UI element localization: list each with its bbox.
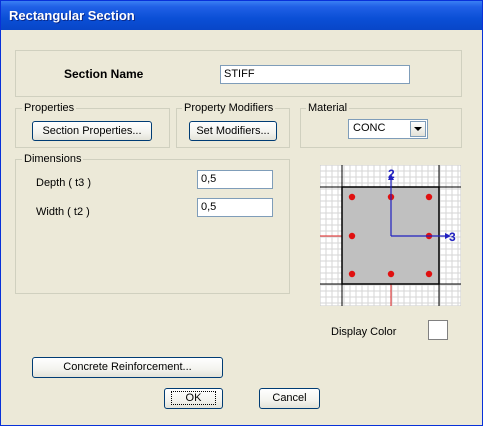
width-input[interactable]: 0,5 <box>197 198 273 217</box>
rebar-dot <box>425 270 433 278</box>
rebar-dot <box>387 270 395 278</box>
ok-button-label: OK <box>170 391 217 405</box>
dropdown-button[interactable] <box>410 121 426 137</box>
rebar-dot <box>348 232 356 240</box>
section-properties-button[interactable]: Section Properties... <box>32 121 152 141</box>
concrete-reinforcement-button[interactable]: Concrete Reinforcement... <box>32 357 223 378</box>
ok-button[interactable]: OK <box>164 388 223 409</box>
material-group-label: Material <box>306 102 350 114</box>
chevron-down-icon <box>414 127 422 131</box>
material-selected-value: CONC <box>353 122 386 134</box>
display-color-label: Display Color <box>331 326 397 338</box>
rebar-dot <box>348 270 356 278</box>
dimensions-group-label: Dimensions <box>22 153 84 165</box>
section-name-group: Section Name STIFF <box>15 50 462 97</box>
property-modifiers-group-label: Property Modifiers <box>182 102 276 114</box>
properties-group: Properties Section Properties... <box>15 102 170 148</box>
properties-group-label: Properties <box>22 102 77 114</box>
rebar-dot <box>425 193 433 201</box>
material-group: Material CONC <box>300 102 462 148</box>
title-bar[interactable]: Rectangular Section <box>1 1 482 30</box>
depth-input[interactable]: 0,5 <box>197 170 273 189</box>
set-modifiers-button[interactable]: Set Modifiers... <box>189 121 277 141</box>
width-label: Width ( t2 ) <box>36 206 90 218</box>
window-title: Rectangular Section <box>9 8 135 23</box>
section-name-input[interactable]: STIFF <box>220 65 410 84</box>
dimensions-group: Dimensions Depth ( t3 ) 0,5 Width ( t2 )… <box>15 153 290 294</box>
section-preview: 2 3 <box>320 165 461 306</box>
depth-label: Depth ( t3 ) <box>36 177 92 189</box>
axis-2-label: 2 <box>388 167 395 181</box>
rebar-dot <box>348 193 356 201</box>
rectangular-section-dialog: Rectangular Section Section Name STIFF P… <box>0 0 483 426</box>
cancel-button[interactable]: Cancel <box>259 388 320 409</box>
property-modifiers-group: Property Modifiers Set Modifiers... <box>176 102 290 148</box>
section-name-label: Section Name <box>64 67 144 81</box>
axis-3-label: 3 <box>449 230 456 244</box>
display-color-swatch[interactable] <box>428 320 448 340</box>
material-select[interactable]: CONC <box>348 119 428 139</box>
